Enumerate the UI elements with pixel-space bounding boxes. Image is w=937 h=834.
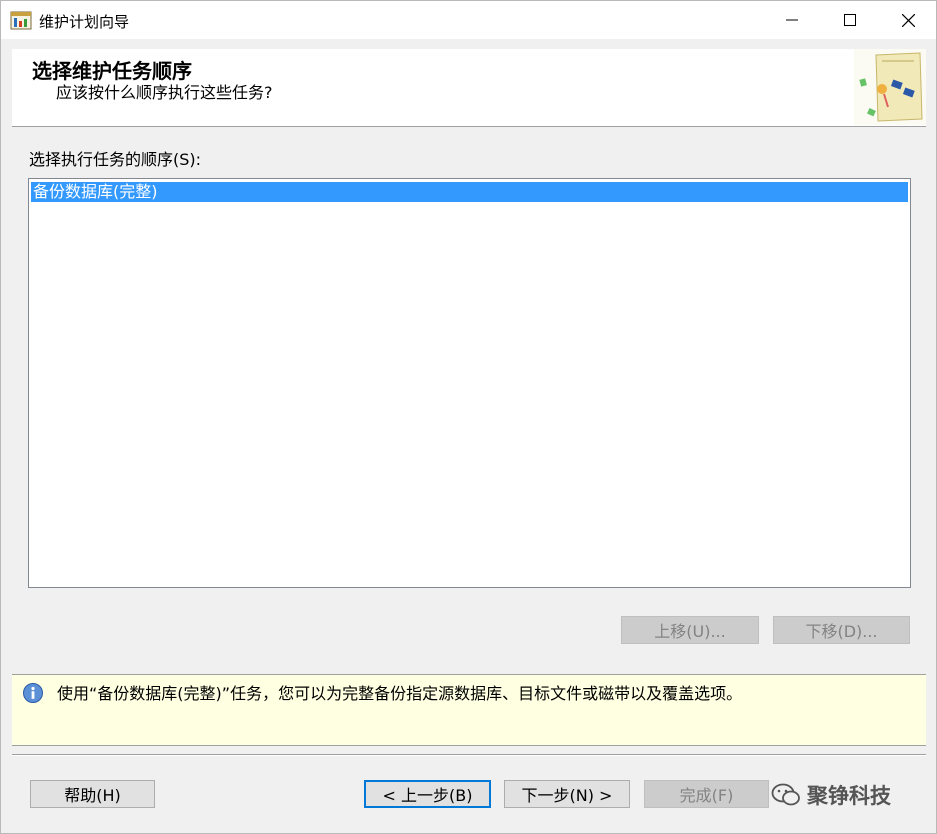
footer-divider (12, 754, 926, 756)
move-down-button[interactable]: 下移(D)... (773, 616, 910, 644)
task-order-label: 选择执行任务的顺序(S): (29, 150, 202, 169)
window-title: 维护计划向导 (39, 13, 130, 31)
help-button[interactable]: 帮助(H) (30, 780, 155, 808)
close-button[interactable] (879, 1, 937, 39)
close-icon (901, 13, 915, 27)
info-text: 使用“备份数据库(完整)”任务，您可以为完整备份指定源数据库、目标文件或磁带以及… (57, 684, 743, 703)
wechat-icon (771, 783, 800, 806)
wizard-illustration-icon (854, 49, 926, 125)
watermark-text: 聚铮科技 (807, 784, 891, 808)
page-subtitle: 应该按什么顺序执行这些任务? (56, 83, 273, 102)
move-up-button[interactable]: 上移(U)... (621, 616, 759, 644)
minimize-button[interactable] (763, 1, 821, 39)
watermark: 聚铮科技 (771, 779, 891, 811)
maximize-button[interactable] (821, 1, 879, 39)
info-icon (23, 683, 43, 703)
wizard-header: 选择维护任务顺序 应该按什么顺序执行这些任务? (12, 49, 926, 127)
maintenance-plan-wizard-window: 维护计划向导 选择维护任务顺序 应该按什么顺序执行这些任务? 选择执行任务的顺序… (0, 0, 937, 834)
next-button[interactable]: 下一步(N) > (504, 780, 630, 808)
minimize-icon (786, 19, 798, 21)
maximize-icon (844, 14, 856, 26)
title-bar[interactable]: 维护计划向导 (1, 1, 936, 39)
info-panel: 使用“备份数据库(完整)”任务，您可以为完整备份指定源数据库、目标文件或磁带以及… (12, 674, 926, 746)
app-icon (10, 11, 32, 30)
list-item[interactable]: 备份数据库(完整) (31, 182, 908, 202)
back-button[interactable]: < 上一步(B) (364, 780, 491, 808)
finish-button[interactable]: 完成(F) (644, 780, 769, 808)
task-order-list[interactable]: 备份数据库(完整) (28, 178, 911, 588)
